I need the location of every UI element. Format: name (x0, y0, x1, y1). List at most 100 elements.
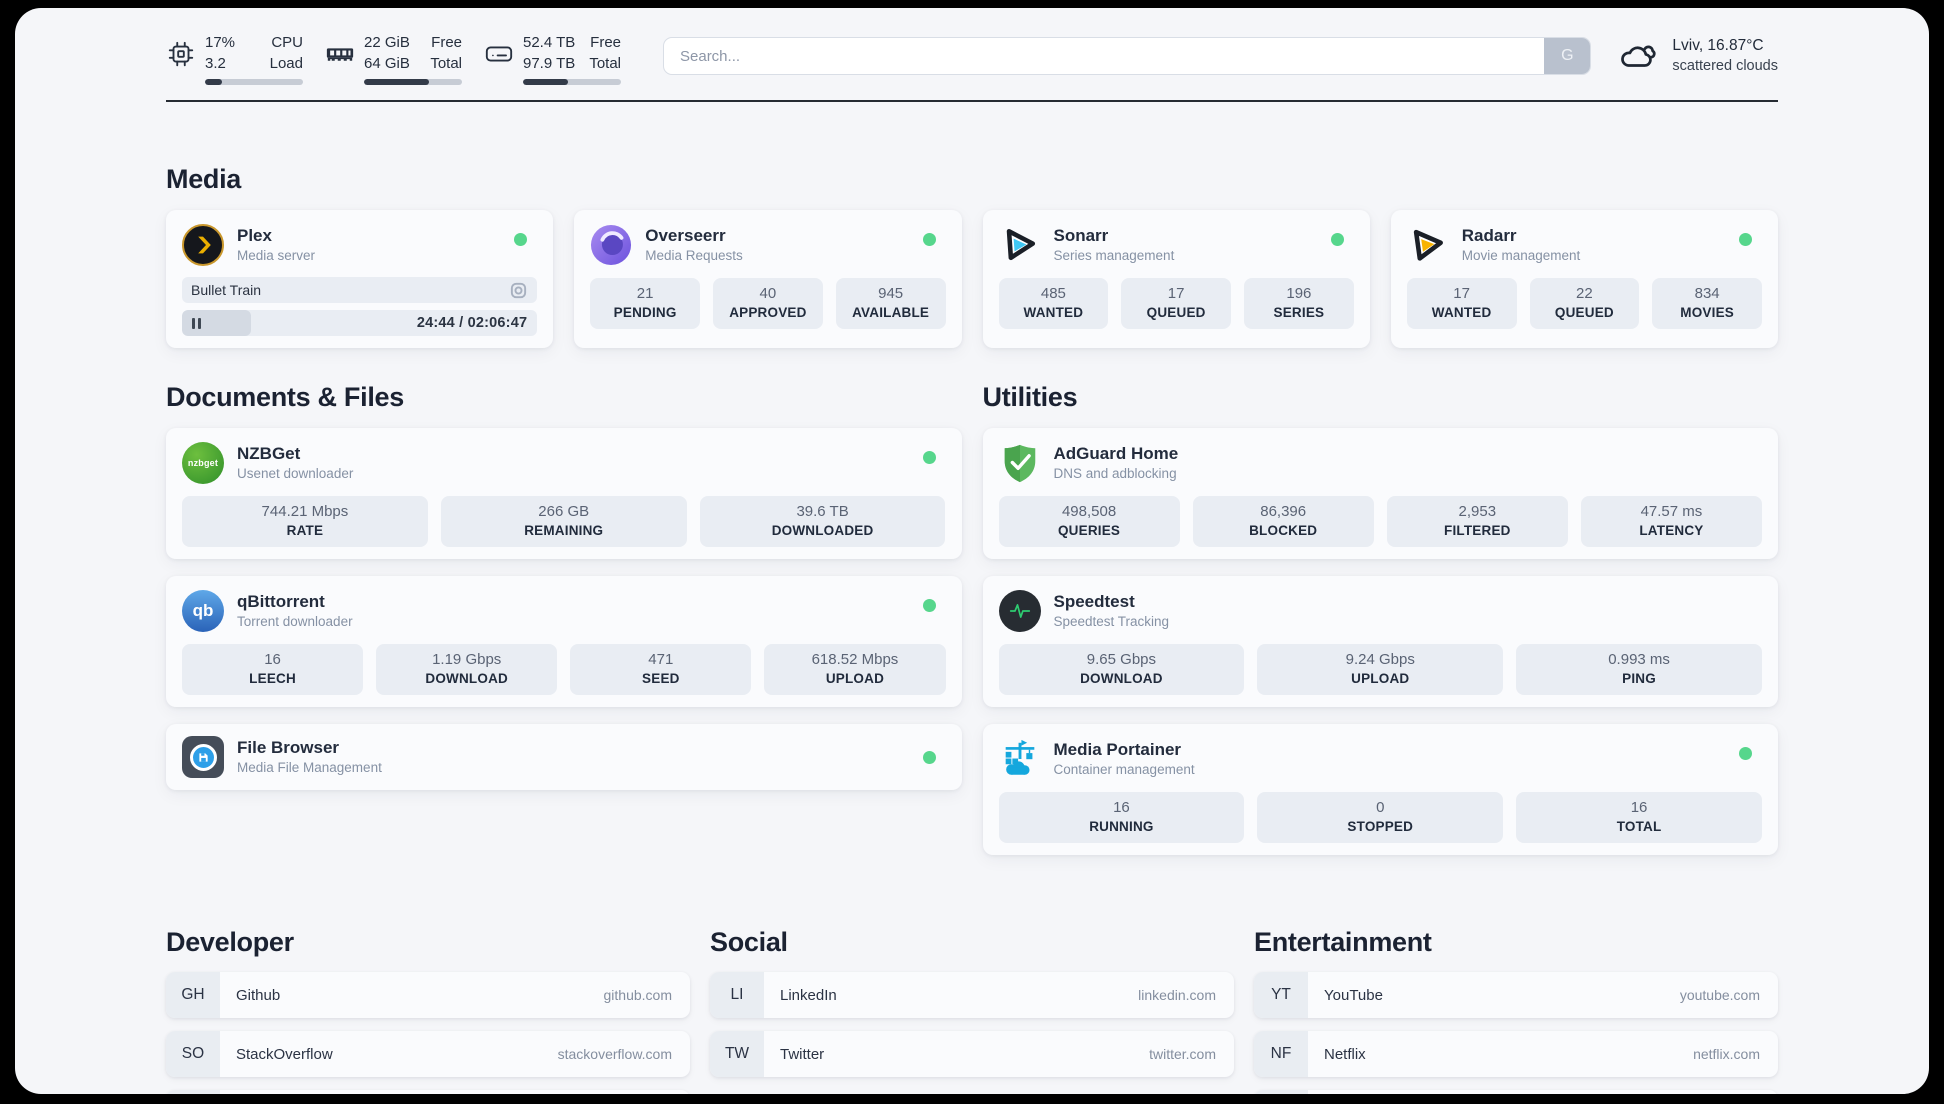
bookmark-url: reddit.com (1695, 1090, 1778, 1094)
cpu-progress-track (205, 79, 303, 85)
stat-wanted: 17 WANTED (1406, 278, 1517, 329)
section-title-documents: Documents & Files (166, 382, 404, 412)
radarr-icon (1407, 224, 1449, 266)
stat-latency: 47.57 ms LATENCY (1580, 496, 1762, 547)
status-online-dot (922, 451, 936, 464)
bookmark-url: netflix.com (1693, 1046, 1760, 1062)
memory-label-bottom: Total (430, 55, 462, 72)
now-playing-title: Bullet Train (191, 282, 262, 298)
bookmark-url: linkedin.com (1138, 987, 1216, 1003)
bookmark-abbr: LI (710, 972, 764, 1018)
status-online-dot (922, 750, 936, 764)
app-subtitle: Media File Management (237, 759, 382, 775)
cpu-widget: 17% CPU 3.2 Load (166, 32, 303, 85)
app-name: Radarr (1461, 226, 1517, 246)
app-subtitle: Speedtest Tracking (1053, 613, 1170, 629)
status-online-dot (1330, 233, 1344, 246)
search-input[interactable] (664, 38, 1545, 74)
app-card-portainer[interactable]: Media Portainer Container management 16 R… (982, 724, 1778, 855)
bookmark-link-netflix[interactable]: NF Netflix netflix.com (1254, 1031, 1778, 1077)
bookmark-abbr: TW (710, 1031, 764, 1077)
top-bar: 17% CPU 3.2 Load 22 GiB Free 64 GiB Total (166, 32, 1778, 85)
sonarr-icon (999, 224, 1041, 266)
media-grid: Plex Media server Bullet Train 24:44 / 0… (166, 210, 1778, 348)
app-card-speedtest[interactable]: Speedtest Speedtest Tracking 9.65 Gbps DO… (982, 576, 1778, 707)
documents-column: Documents & Files nzbget NZBGet Usenet d… (166, 382, 962, 855)
weather-widget: Lviv, 16.87°C scattered clouds (1617, 35, 1778, 76)
bookmark-name: Github (236, 986, 281, 1004)
disk-icon (485, 46, 513, 62)
bookmark-link-dev[interactable]: DT DEV dev.to (166, 1090, 690, 1094)
disk-total: 97.9 TB (523, 55, 576, 72)
bookmarks-social: Social LI LinkedIn linkedin.com TW Twitt… (710, 927, 1234, 1094)
app-subtitle: Container management (1053, 761, 1195, 777)
stat-total: 16 TOTAL (1516, 792, 1762, 843)
bookmark-abbr: YT (1254, 972, 1308, 1018)
bookmark-abbr: SO (166, 1031, 220, 1077)
disk-free: 52.4 TB (523, 34, 576, 51)
bookmark-link-youtube[interactable]: YT YouTube youtube.com (1254, 972, 1778, 1018)
bookmarks-entertainment: Entertainment YT YouTube youtube.com NF … (1254, 927, 1778, 1094)
bookmark-link-twitter[interactable]: TW Twitter twitter.com (710, 1031, 1234, 1077)
app-name: Speedtest (1053, 592, 1135, 612)
app-subtitle: Usenet downloader (237, 465, 354, 481)
stat-queued: 22 QUEUED (1529, 278, 1640, 329)
bookmark-name: Netflix (1324, 1045, 1366, 1063)
adguard-icon (999, 442, 1041, 484)
overseerr-icon (590, 224, 632, 266)
section-title-utilities: Utilities (982, 382, 1078, 412)
app-card-plex[interactable]: Plex Media server Bullet Train 24:44 / 0… (166, 210, 554, 348)
status-online-dot (1739, 233, 1752, 246)
app-card-overseerr[interactable]: Overseerr Media Requests 21 PENDING 40 APP… (574, 210, 962, 348)
app-card-radarr[interactable]: Radarr Movie management 17 WANTED 22 QUEUE… (1390, 210, 1778, 348)
memory-progress-track (364, 79, 462, 85)
section-title-social: Social (710, 927, 788, 957)
app-card-filebrowser[interactable]: File Browser Media File Management (166, 724, 962, 790)
app-subtitle: Series management (1053, 247, 1175, 263)
app-name: AdGuard Home (1053, 444, 1179, 464)
app-name: Overseerr (645, 226, 726, 246)
weather-condition: scattered clouds (1672, 58, 1778, 74)
app-subtitle: DNS and adblocking (1053, 465, 1177, 481)
status-online-dot (1739, 747, 1752, 760)
section-title-developer: Developer (166, 927, 294, 957)
app-name: NZBGet (237, 444, 301, 464)
bookmark-link-stackoverflow[interactable]: SO StackOverflow stackoverflow.com (166, 1031, 690, 1077)
header-divider (166, 100, 1778, 102)
app-card-adguard[interactable]: AdGuard Home DNS and adblocking 498,508 Q… (982, 428, 1778, 559)
cloud-icon (1621, 45, 1656, 67)
bookmark-link-reddit[interactable]: RE Reddit reddit.com (1254, 1090, 1778, 1094)
stat-filtered: 2,953 FILTERED (1386, 496, 1568, 547)
disk-progress-fill (523, 79, 569, 85)
cpu-label-top: CPU (271, 34, 303, 51)
app-card-qbittorrent[interactable]: qb qBittorrent Torrent downloader 16 LEEC… (166, 576, 962, 707)
bookmark-url: dev.to (635, 1090, 690, 1094)
bookmark-link-github[interactable]: GH Github github.com (166, 972, 690, 1018)
memory-free: 22 GiB (364, 34, 410, 51)
stat-wanted: 485 WANTED (998, 278, 1109, 329)
stat-queries: 498,508 QUERIES (998, 496, 1180, 547)
stat-available: 945 AVAILABLE (835, 278, 946, 329)
now-playing-row: Bullet Train (182, 277, 538, 303)
bookmark-abbr: DT (166, 1090, 220, 1094)
stat-rate: 744.21 Mbps RATE (182, 496, 428, 547)
bookmark-abbr: NF (1254, 1031, 1308, 1077)
status-online-dot (922, 599, 936, 612)
cpu-load: 3.2 (205, 55, 226, 72)
app-subtitle: Movie management (1461, 247, 1581, 263)
app-card-sonarr[interactable]: Sonarr Series management 485 WANTED 17 QUE… (982, 210, 1370, 348)
viewfinder-icon[interactable] (509, 281, 528, 300)
weather-location-temp: Lviv, 16.87°C (1672, 37, 1764, 54)
bookmark-url: youtube.com (1679, 987, 1760, 1003)
bookmark-name: DEV (220, 1090, 267, 1094)
stat-pending: 21 PENDING (590, 278, 700, 329)
stat-running: 16 RUNNING (998, 792, 1245, 843)
bookmark-abbr: GH (166, 972, 220, 1018)
pause-icon[interactable] (192, 317, 201, 329)
app-subtitle: Torrent downloader (237, 613, 353, 629)
stat-downloaded: 39.6 TB DOWNLOADED (699, 496, 946, 547)
stat-upload: 618.52 Mbps UPLOAD (764, 644, 946, 695)
bookmark-link-linkedin[interactable]: LI LinkedIn linkedin.com (710, 972, 1234, 1018)
app-card-nzbget[interactable]: nzbget NZBGet Usenet downloader 744.21 M… (166, 428, 962, 559)
search-engine-button[interactable]: G (1544, 38, 1591, 74)
